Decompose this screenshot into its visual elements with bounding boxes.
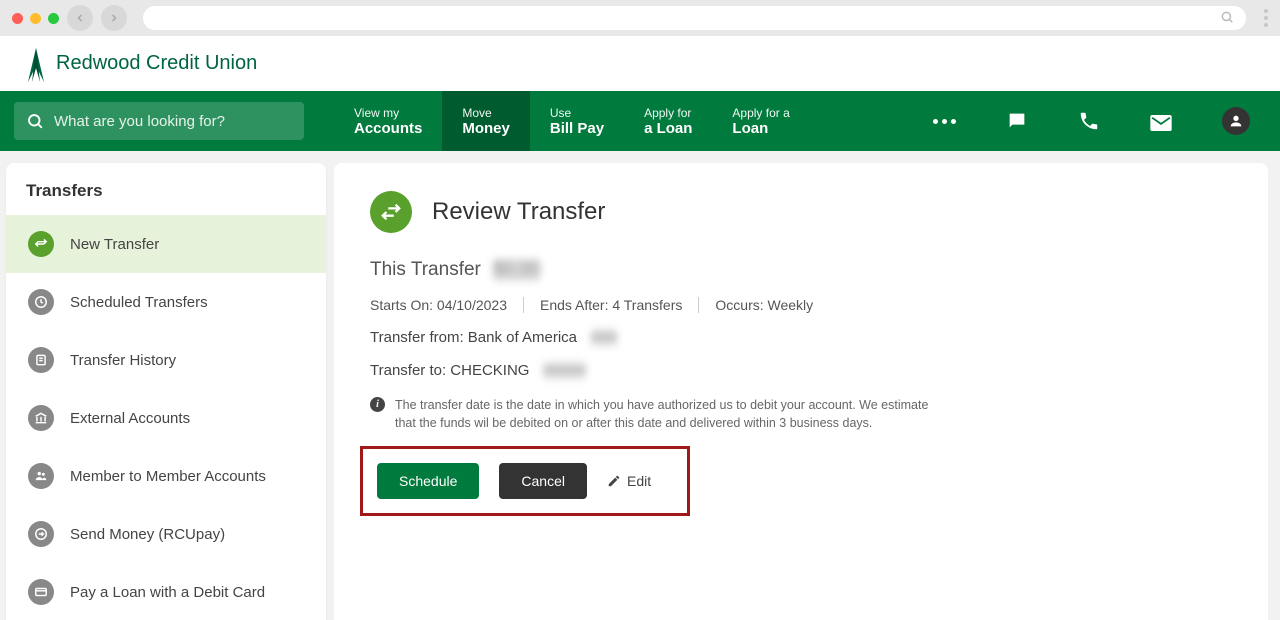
- sidebar-item-label: Transfer History: [70, 352, 176, 369]
- browser-chrome: [0, 0, 1280, 36]
- sidebar-item-label: Member to Member Accounts: [70, 468, 266, 485]
- back-button[interactable]: [67, 5, 93, 31]
- nav-accounts[interactable]: View my Accounts: [334, 91, 442, 151]
- sidebar-item-debit[interactable]: Pay a Loan with a Debit Card: [6, 563, 326, 620]
- phone-icon[interactable]: [1078, 110, 1100, 132]
- search-icon: [26, 112, 44, 130]
- more-icon[interactable]: [933, 119, 956, 124]
- clock-icon: [28, 289, 54, 315]
- sidebar-item-label: Scheduled Transfers: [70, 294, 208, 311]
- main-panel: Review Transfer This Transfer $0.00 Star…: [334, 163, 1268, 620]
- cancel-button[interactable]: Cancel: [499, 463, 587, 499]
- forward-button[interactable]: [101, 5, 127, 31]
- transfer-to-redacted: ••••••••: [543, 362, 585, 379]
- sidebar-item-label: External Accounts: [70, 410, 190, 427]
- sidebar-title: Transfers: [6, 163, 326, 215]
- people-icon: [28, 463, 54, 489]
- bank-icon: [28, 405, 54, 431]
- transfer-meta: Starts On: 04/10/2023 Ends After: 4 Tran…: [370, 297, 1232, 313]
- sidebar-item-label: Send Money (RCUpay): [70, 526, 225, 543]
- occurs: Occurs: Weekly: [715, 297, 829, 313]
- info-text: The transfer date is the date in which y…: [395, 397, 930, 432]
- sidebar-item-label: Pay a Loan with a Debit Card: [70, 584, 265, 601]
- minimize-window-icon[interactable]: [30, 13, 41, 24]
- main-nav: View my Accounts Move Money Use Bill Pay…: [0, 91, 1280, 151]
- transfer-to-label: Transfer to: CHECKING: [370, 362, 529, 379]
- sidebar-item-label: New Transfer: [70, 236, 159, 253]
- mail-icon[interactable]: [1150, 111, 1172, 131]
- history-icon: [28, 347, 54, 373]
- nav-apply-loan-2[interactable]: Apply for a Loan: [712, 91, 809, 151]
- search-icon: [1220, 10, 1234, 24]
- starts-on: Starts On: 04/10/2023: [370, 297, 524, 313]
- page-title: Review Transfer: [432, 198, 605, 226]
- url-bar[interactable]: [143, 6, 1246, 30]
- search-input[interactable]: [54, 113, 292, 130]
- brand-bar: Redwood Credit Union: [0, 36, 1280, 91]
- brand-name: Redwood Credit Union: [56, 52, 257, 75]
- card-icon: [28, 579, 54, 605]
- sidebar-item-scheduled[interactable]: Scheduled Transfers: [6, 273, 326, 331]
- edit-link[interactable]: Edit: [607, 473, 651, 489]
- window-controls: [12, 13, 59, 24]
- browser-menu-icon[interactable]: [1254, 9, 1268, 27]
- nav-move-money[interactable]: Move Money: [442, 91, 530, 151]
- maximize-window-icon[interactable]: [48, 13, 59, 24]
- sidebar-item-history[interactable]: Transfer History: [6, 331, 326, 389]
- transfer-amount-redacted: $0.00: [493, 259, 541, 281]
- send-icon: [28, 521, 54, 547]
- site-search[interactable]: [14, 102, 304, 140]
- profile-icon[interactable]: [1222, 107, 1250, 135]
- ends-after: Ends After: 4 Transfers: [540, 297, 699, 313]
- transfer-from-label: Transfer from: Bank of America: [370, 329, 577, 346]
- schedule-button[interactable]: Schedule: [377, 463, 479, 499]
- logo-icon: [24, 46, 46, 82]
- pencil-icon: [607, 474, 621, 488]
- this-transfer-label: This Transfer: [370, 259, 481, 281]
- close-window-icon[interactable]: [12, 13, 23, 24]
- action-row-highlighted: Schedule Cancel Edit: [360, 446, 690, 516]
- sidebar-item-rcupay[interactable]: Send Money (RCUpay): [6, 505, 326, 563]
- sidebar-item-member[interactable]: Member to Member Accounts: [6, 447, 326, 505]
- info-notice: i The transfer date is the date in which…: [370, 397, 930, 432]
- info-icon: i: [370, 397, 385, 412]
- sidebar: Transfers New Transfer Scheduled Transfe…: [6, 163, 326, 620]
- transfer-from-redacted: •••••: [591, 329, 617, 346]
- transfer-icon: [370, 191, 412, 233]
- sidebar-item-new-transfer[interactable]: New Transfer: [6, 215, 326, 273]
- chat-icon[interactable]: [1006, 110, 1028, 132]
- nav-bill-pay[interactable]: Use Bill Pay: [530, 91, 624, 151]
- nav-apply-loan[interactable]: Apply for a Loan: [624, 91, 712, 151]
- edit-label: Edit: [627, 473, 651, 489]
- swap-icon: [28, 231, 54, 257]
- sidebar-item-external[interactable]: External Accounts: [6, 389, 326, 447]
